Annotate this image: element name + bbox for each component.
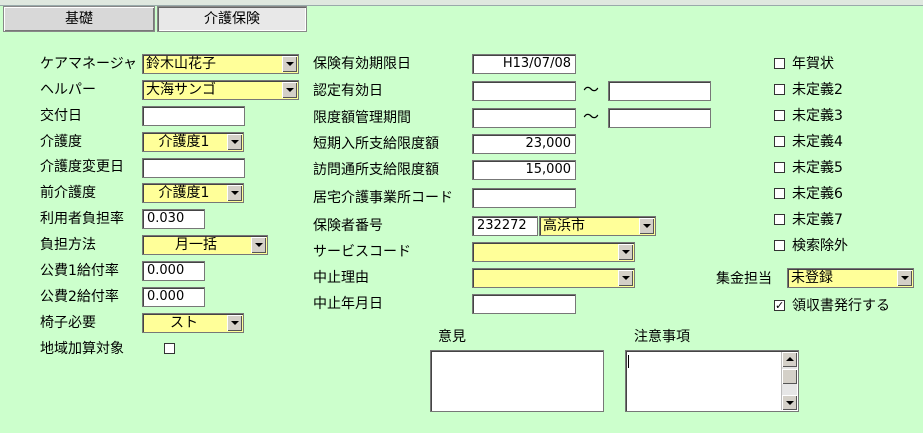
scroll-up-icon[interactable] [782, 352, 797, 367]
opinion-label: 意見 [438, 329, 466, 345]
burden-method-select[interactable]: 月一括 [142, 235, 268, 255]
tab-care-insurance[interactable]: 介護保険 [157, 6, 307, 32]
issue-receipt-checkbox[interactable]: ✓ [774, 300, 785, 311]
burden-method-value: 月一括 [175, 237, 217, 253]
cert-valid-label: 認定有効日 [313, 83, 383, 99]
scroll-down-icon[interactable] [782, 395, 797, 410]
chevron-down-icon[interactable] [251, 237, 266, 253]
insurer-no-field[interactable]: 232272 [472, 216, 538, 236]
checkbox-undefined6[interactable] [774, 188, 785, 199]
care-level-value: 介護度1 [158, 134, 210, 150]
issue-date-field[interactable] [142, 106, 245, 126]
stop-date-label: 中止年月日 [313, 296, 383, 312]
scroll-thumb[interactable] [782, 369, 797, 384]
collector-select[interactable]: 未登録 [787, 268, 914, 288]
insurer-city-select[interactable]: 高浜市 [539, 216, 656, 236]
checkbox-nengajo[interactable] [774, 58, 785, 69]
checkbox-undefined7-label: 未定義7 [792, 212, 843, 228]
checkbox-undefined4-label: 未定義4 [792, 134, 843, 150]
chevron-down-icon[interactable] [227, 185, 242, 201]
limit-period-from-field[interactable] [472, 108, 576, 128]
service-code-select[interactable] [472, 242, 635, 262]
care-manager-value: 鈴木山花子 [146, 56, 216, 72]
collector-value: 未登録 [791, 270, 833, 286]
insurance-expiry-label: 保険有効期限日 [313, 56, 411, 72]
burden-method-label: 負担方法 [40, 237, 96, 253]
cert-valid-tilde: ～ [583, 80, 600, 99]
chevron-down-icon[interactable] [282, 56, 297, 72]
collector-label: 集金担当 [716, 271, 772, 287]
checkbox-exclude-search-label: 検索除外 [792, 238, 848, 254]
care-level-label: 介護度 [40, 134, 82, 150]
checkbox-nengajo-label: 年賀状 [792, 56, 834, 72]
visit-limit-field[interactable]: 15,000 [472, 160, 576, 180]
cert-valid-to-field[interactable] [608, 81, 711, 101]
chair-needed-label: 椅子必要 [40, 315, 96, 331]
short-stay-limit-field[interactable]: 23,000 [472, 134, 576, 154]
checkbox-undefined2[interactable] [774, 84, 785, 95]
stop-reason-label: 中止理由 [313, 270, 369, 286]
notes-scrollbar[interactable] [781, 352, 797, 410]
prev-care-level-label: 前介護度 [40, 185, 96, 201]
chair-needed-value: スト [170, 315, 198, 331]
checkbox-undefined7[interactable] [774, 214, 785, 225]
chevron-down-icon[interactable] [227, 134, 242, 150]
notes-textarea[interactable] [625, 350, 799, 412]
limit-period-to-field[interactable] [608, 108, 711, 128]
helper-label: ヘルパー [40, 82, 96, 98]
stop-date-field[interactable] [472, 294, 576, 314]
opinion-textarea[interactable] [430, 350, 604, 412]
chevron-down-icon[interactable] [897, 270, 912, 286]
user-burden-rate-label: 利用者負担率 [40, 211, 124, 227]
chair-needed-select[interactable]: スト [142, 313, 244, 333]
helper-select[interactable]: 大海サンゴ [142, 80, 299, 100]
checkbox-undefined5-label: 未定義5 [792, 160, 843, 176]
insurer-city-value: 高浜市 [543, 218, 585, 234]
care-level-select[interactable]: 介護度1 [142, 132, 244, 152]
regional-addition-checkbox[interactable] [164, 343, 175, 354]
short-stay-limit-label: 短期入所支給限度額 [313, 136, 439, 152]
public1-rate-label: 公費1給付率 [40, 263, 119, 279]
public2-rate-label: 公費2給付率 [40, 289, 119, 305]
chevron-down-icon[interactable] [227, 315, 242, 331]
notes-label: 注意事項 [634, 329, 690, 345]
prev-care-level-value: 介護度1 [158, 185, 210, 201]
public1-rate-field[interactable]: 0.000 [142, 261, 205, 281]
insurer-no-label: 保険者番号 [313, 218, 383, 234]
home-care-office-code-label: 居宅介護事業所コード [313, 190, 453, 206]
checkbox-undefined6-label: 未定義6 [792, 186, 843, 202]
issue-receipt-label: 領収書発行する [792, 298, 890, 314]
prev-care-level-select[interactable]: 介護度1 [142, 183, 244, 203]
limit-period-label: 限度額管理期間 [313, 110, 411, 126]
regional-addition-label: 地域加算対象 [40, 341, 124, 357]
tab-basic[interactable]: 基礎 [3, 6, 155, 32]
chevron-down-icon[interactable] [639, 218, 654, 234]
home-care-office-code-field[interactable] [472, 188, 576, 208]
insurance-expiry-field[interactable]: H13/07/08 [472, 54, 576, 74]
checkbox-undefined5[interactable] [774, 162, 785, 173]
checkbox-undefined4[interactable] [774, 136, 785, 147]
limit-period-tilde: ～ [583, 107, 600, 126]
chevron-down-icon[interactable] [618, 244, 633, 260]
cert-valid-from-field[interactable] [472, 81, 576, 101]
chevron-down-icon[interactable] [282, 82, 297, 98]
care-level-change-date-field[interactable] [142, 158, 245, 178]
visit-limit-label: 訪問通所支給限度額 [313, 162, 439, 178]
chevron-down-icon[interactable] [618, 270, 633, 286]
checkbox-undefined3[interactable] [774, 110, 785, 121]
public2-rate-field[interactable]: 0.000 [142, 287, 205, 307]
issue-date-label: 交付日 [40, 108, 82, 124]
checkbox-undefined3-label: 未定義3 [792, 108, 843, 124]
text-caret [628, 355, 629, 368]
service-code-label: サービスコード [313, 244, 411, 260]
care-level-change-date-label: 介護度変更日 [40, 159, 124, 175]
care-manager-select[interactable]: 鈴木山花子 [142, 54, 299, 74]
care-manager-label: ケアマネージャ [40, 56, 138, 72]
stop-reason-select[interactable] [472, 268, 635, 288]
user-burden-rate-field[interactable]: 0.030 [142, 209, 205, 229]
helper-value: 大海サンゴ [146, 82, 216, 98]
checkbox-exclude-search[interactable] [774, 240, 785, 251]
checkbox-undefined2-label: 未定義2 [792, 82, 843, 98]
